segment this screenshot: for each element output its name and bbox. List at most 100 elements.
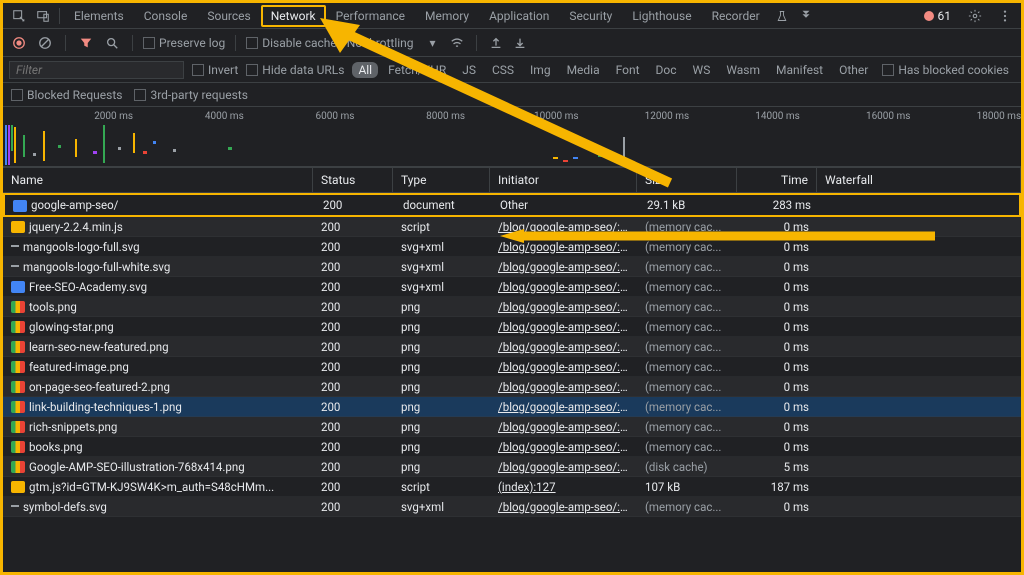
col-time[interactable]: Time [737, 168, 817, 192]
cell-initiator[interactable]: (index):127 [490, 478, 637, 496]
table-row[interactable]: link-building-techniques-1.png200png/blo… [3, 397, 1021, 417]
table-row[interactable]: gtm.js?id=GTM-KJ9SW4K>m_auth=S48cHMm...2… [3, 477, 1021, 497]
filter-type-doc[interactable]: Doc [650, 62, 683, 78]
col-type[interactable]: Type [393, 168, 490, 192]
error-dot-icon [924, 11, 934, 21]
tab-performance[interactable]: Performance [326, 5, 415, 27]
timeline-tick: 10000 ms [534, 111, 579, 122]
cell-initiator[interactable]: /blog/google-amp-seo/:... [490, 498, 637, 516]
hide-data-urls-checkbox[interactable]: Hide data URLs [246, 63, 344, 77]
filter-toggle[interactable] [76, 33, 96, 53]
download-icon[interactable] [511, 34, 529, 52]
preserve-log-checkbox[interactable]: Preserve log [143, 36, 225, 50]
cell-waterfall [817, 465, 1021, 469]
cell-size: (memory cac... [637, 498, 737, 516]
table-row[interactable]: mangools-logo-full.svg200svg+xml/blog/go… [3, 237, 1021, 257]
cell-initiator[interactable]: /blog/google-amp-seo/:... [490, 338, 637, 356]
filter-type-other[interactable]: Other [833, 62, 874, 78]
blocked-cookies-checkbox[interactable]: Has blocked cookies [882, 63, 1009, 77]
table-row[interactable]: learn-seo-new-featured.png200png/blog/go… [3, 337, 1021, 357]
col-status[interactable]: Status [313, 168, 393, 192]
table-row[interactable]: tools.png200png/blog/google-amp-seo/:...… [3, 297, 1021, 317]
wifi-icon[interactable] [448, 34, 466, 52]
blocked-requests-checkbox[interactable]: Blocked Requests [11, 88, 122, 102]
filter-type-wasm[interactable]: Wasm [720, 62, 766, 78]
kebab-icon[interactable] [997, 8, 1013, 24]
tab-recorder[interactable]: Recorder [702, 5, 770, 27]
cell-status: 200 [313, 438, 393, 456]
cell-initiator[interactable]: /blog/google-amp-seo/:... [490, 358, 637, 376]
file-icon [11, 401, 25, 413]
chevron-down-icon[interactable]: ▾ [424, 34, 442, 52]
gear-icon[interactable] [967, 8, 983, 24]
col-size[interactable]: Size [637, 168, 737, 192]
cell-initiator[interactable]: /blog/google-amp-seo/:... [490, 438, 637, 456]
cell-type: svg+xml [393, 278, 490, 296]
table-row[interactable]: rich-snippets.png200png/blog/google-amp-… [3, 417, 1021, 437]
cell-initiator[interactable]: /blog/google-amp-seo/:... [490, 318, 637, 336]
tab-security[interactable]: Security [559, 5, 622, 27]
col-name[interactable]: Name [3, 168, 313, 192]
col-initiator[interactable]: Initiator [490, 168, 637, 192]
clear-button[interactable] [35, 33, 55, 53]
disable-cache-checkbox[interactable]: Disable cache [246, 36, 337, 50]
filter-type-media[interactable]: Media [561, 62, 606, 78]
tab-network[interactable]: Network [261, 5, 326, 27]
third-party-checkbox[interactable]: 3rd-party requests [134, 88, 247, 102]
invert-checkbox[interactable]: Invert [192, 63, 238, 77]
filter-type-manifest[interactable]: Manifest [770, 62, 829, 78]
inspect-icon[interactable] [11, 8, 27, 24]
cell-waterfall [817, 245, 1021, 249]
cell-waterfall [817, 305, 1021, 309]
cell-initiator[interactable]: /blog/google-amp-seo/:... [490, 298, 637, 316]
filter-type-ws[interactable]: WS [687, 62, 717, 78]
table-row[interactable]: mangools-logo-full-white.svg200svg+xml/b… [3, 257, 1021, 277]
cell-status: 200 [313, 338, 393, 356]
tab-sources[interactable]: Sources [197, 5, 260, 27]
cell-initiator[interactable]: /blog/google-amp-seo/:... [490, 258, 637, 276]
cell-initiator[interactable]: /blog/google-amp-seo/:... [490, 238, 637, 256]
cell-size: (disk cache) [637, 458, 737, 476]
throttling-select[interactable]: No throttling [343, 36, 418, 50]
divider [132, 35, 133, 51]
table-row[interactable]: on-page-seo-featured-2.png200png/blog/go… [3, 377, 1021, 397]
filter-type-all[interactable]: All [352, 62, 378, 78]
table-row[interactable]: books.png200png/blog/google-amp-seo/:...… [3, 437, 1021, 457]
timeline-tick: 16000 ms [866, 111, 911, 122]
error-count[interactable]: 61 [918, 7, 958, 25]
filter-type-js[interactable]: JS [456, 62, 482, 78]
more-tabs-icon[interactable] [798, 8, 814, 24]
cell-size: (memory cac... [637, 258, 737, 276]
tab-lighthouse[interactable]: Lighthouse [622, 5, 701, 27]
cell-initiator[interactable]: /blog/google-amp-seo/:... [490, 278, 637, 296]
filter-type-fetch-xhr[interactable]: Fetch/XHR [382, 62, 452, 78]
table-row[interactable]: Google-AMP-SEO-illustration-768x414.png2… [3, 457, 1021, 477]
search-button[interactable] [102, 33, 122, 53]
table-row[interactable]: jquery-2.2.4.min.js200script/blog/google… [3, 217, 1021, 237]
filter-type-css[interactable]: CSS [486, 62, 520, 78]
table-row[interactable]: google-amp-seo/200documentOther29.1 kB28… [3, 193, 1021, 217]
filter-type-img[interactable]: Img [524, 62, 557, 78]
tab-memory[interactable]: Memory [415, 5, 479, 27]
filter-input[interactable] [9, 61, 184, 79]
table-row[interactable]: Free-SEO-Academy.svg200svg+xml/blog/goog… [3, 277, 1021, 297]
tab-console[interactable]: Console [134, 5, 198, 27]
filter-type-font[interactable]: Font [610, 62, 646, 78]
table-row[interactable]: glowing-star.png200png/blog/google-amp-s… [3, 317, 1021, 337]
table-row[interactable]: featured-image.png200png/blog/google-amp… [3, 357, 1021, 377]
cell-initiator[interactable]: /blog/google-amp-seo/:... [490, 418, 637, 436]
tab-application[interactable]: Application [479, 5, 559, 27]
timeline-overview[interactable]: 2000 ms4000 ms6000 ms8000 ms10000 ms1200… [3, 107, 1021, 167]
cell-initiator[interactable]: /blog/google-amp-seo/:... [490, 218, 637, 236]
col-waterfall[interactable]: Waterfall [817, 168, 1021, 192]
cell-name: link-building-techniques-1.png [3, 398, 313, 416]
record-button[interactable] [9, 33, 29, 53]
table-row[interactable]: symbol-defs.svg200svg+xml/blog/google-am… [3, 497, 1021, 517]
cell-initiator[interactable]: /blog/google-amp-seo/:... [490, 378, 637, 396]
device-icon[interactable] [35, 8, 51, 24]
cell-initiator[interactable]: /blog/google-amp-seo/:... [490, 458, 637, 476]
upload-icon[interactable] [487, 34, 505, 52]
cell-waterfall [817, 365, 1021, 369]
cell-initiator[interactable]: /blog/google-amp-seo/:... [490, 398, 637, 416]
tab-elements[interactable]: Elements [64, 5, 134, 27]
